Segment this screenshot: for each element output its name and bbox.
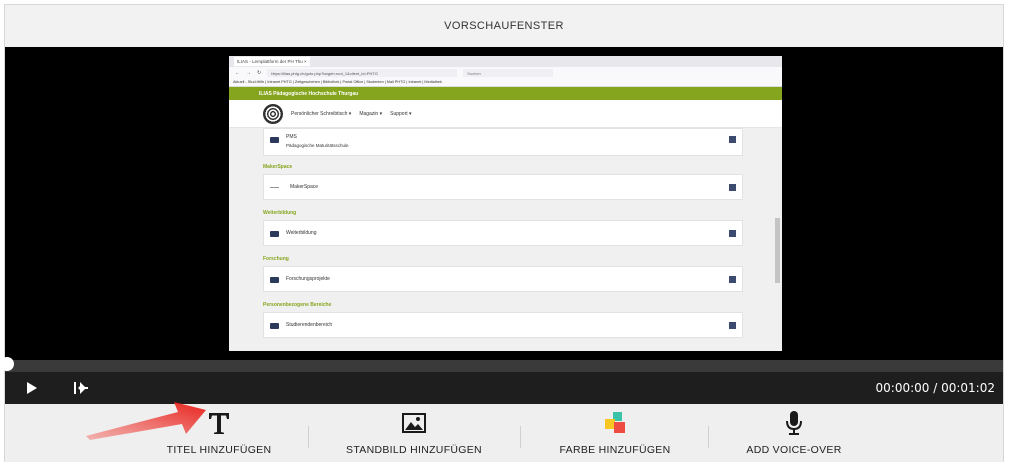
list-item: Studierendenbereich <box>263 312 743 338</box>
microphone-icon <box>786 411 802 435</box>
folder-icon <box>270 137 279 143</box>
preview-scrollbar <box>775 128 780 351</box>
add-voice-over-button[interactable]: ADD VOICE-OVER <box>704 410 884 460</box>
dropdown-icon <box>729 276 736 283</box>
ilias-site-name: ILIAS Pädagogische Hochschule Thurgau <box>259 90 359 97</box>
phtg-logo-icon <box>263 103 283 124</box>
add-still-button[interactable]: STANDBILD HINZUFÜGEN <box>324 410 504 460</box>
address-field: https://ilias.phtg.ch/goto.php?target=ro… <box>267 69 458 77</box>
makerspace-logo-icon: ▬▬▬ <box>270 185 279 189</box>
image-icon <box>402 413 426 433</box>
video-editor: VORSCHAUFENSTER ILIAS - Lernplattform de… <box>0 4 1004 462</box>
preview-header: VORSCHAUFENSTER <box>5 5 1003 47</box>
dropdown-icon <box>729 322 736 329</box>
reload-icon: ↻ <box>257 70 262 76</box>
preview-screenshot: ILIAS - Lernplattform der PH Thu × ← → ↻… <box>229 56 782 351</box>
section-heading: Personenbezogene Bereiche <box>263 302 332 308</box>
back-arrow-icon: ← <box>235 70 240 76</box>
preview-title: VORSCHAUFENSTER <box>444 20 564 32</box>
browser-tab: ILIAS - Lernplattform der PH Thu × <box>234 57 310 66</box>
add-color-label: FARBE HINZUFÜGEN <box>559 444 671 456</box>
dropdown-icon <box>729 230 736 237</box>
color-swatches-icon <box>605 412 625 433</box>
list-item: Forschungsprojekte <box>263 266 743 292</box>
skip-to-start-icon[interactable] <box>71 378 91 398</box>
nav-item-magazin: Magazin ▾ <box>359 110 383 117</box>
browser-search-field: Suchen <box>463 69 554 77</box>
browser-urlbar: ← → ↻ https://ilias.phtg.ch/goto.php?tar… <box>229 67 782 79</box>
section-heading: Weiterbildung <box>263 210 297 216</box>
nav-item-desk: Persönlicher Schreibtisch ▾ <box>291 110 352 117</box>
video-stage[interactable]: ILIAS - Lernplattform der PH Thu × ← → ↻… <box>5 47 1003 360</box>
toolbar-divider <box>308 426 309 448</box>
timeline-scrubber[interactable] <box>0 357 1003 372</box>
toolbar-divider <box>520 426 521 448</box>
nav-item-support: Support ▾ <box>390 110 412 117</box>
forward-arrow-icon: → <box>246 70 251 76</box>
list-item: ▬▬▬ MakerSpace <box>263 174 743 200</box>
section-heading: MakerSpace <box>263 164 293 170</box>
dropdown-icon <box>729 136 736 143</box>
list-item: PMS Pädagogische Maturitätsschule <box>263 128 743 156</box>
add-voice-over-label: ADD VOICE-OVER <box>746 444 842 456</box>
ilias-site-bar: ILIAS Pädagogische Hochschule Thurgau <box>229 87 782 100</box>
red-arrow-annotation <box>86 402 206 440</box>
playback-time: 00:00:00 / 00:01:02 <box>875 381 995 395</box>
add-still-label: STANDBILD HINZUFÜGEN <box>346 444 482 456</box>
folder-icon <box>270 231 279 237</box>
dropdown-icon <box>729 184 736 191</box>
section-heading: Forschung <box>263 256 289 262</box>
browser-tabbar: ILIAS - Lernplattform der PH Thu × <box>229 56 782 67</box>
bookmarks-bar: Aktuell - Stud.Hilfe | Intranet PHTG | Z… <box>229 79 782 87</box>
add-color-button[interactable]: FARBE HINZUFÜGEN <box>525 410 705 460</box>
add-title-label: TITEL HINZUFÜGEN <box>166 444 272 456</box>
scrubber-handle[interactable] <box>0 357 14 371</box>
ilias-nav: Persönlicher Schreibtisch ▾ Magazin ▾ Su… <box>229 100 782 128</box>
play-icon[interactable] <box>21 378 41 398</box>
list-item: Weiterbildung <box>263 220 743 246</box>
folder-icon <box>270 323 279 329</box>
ilias-content: PMS Pädagogische Maturitätsschule MakerS… <box>229 128 782 351</box>
folder-icon <box>270 277 279 283</box>
